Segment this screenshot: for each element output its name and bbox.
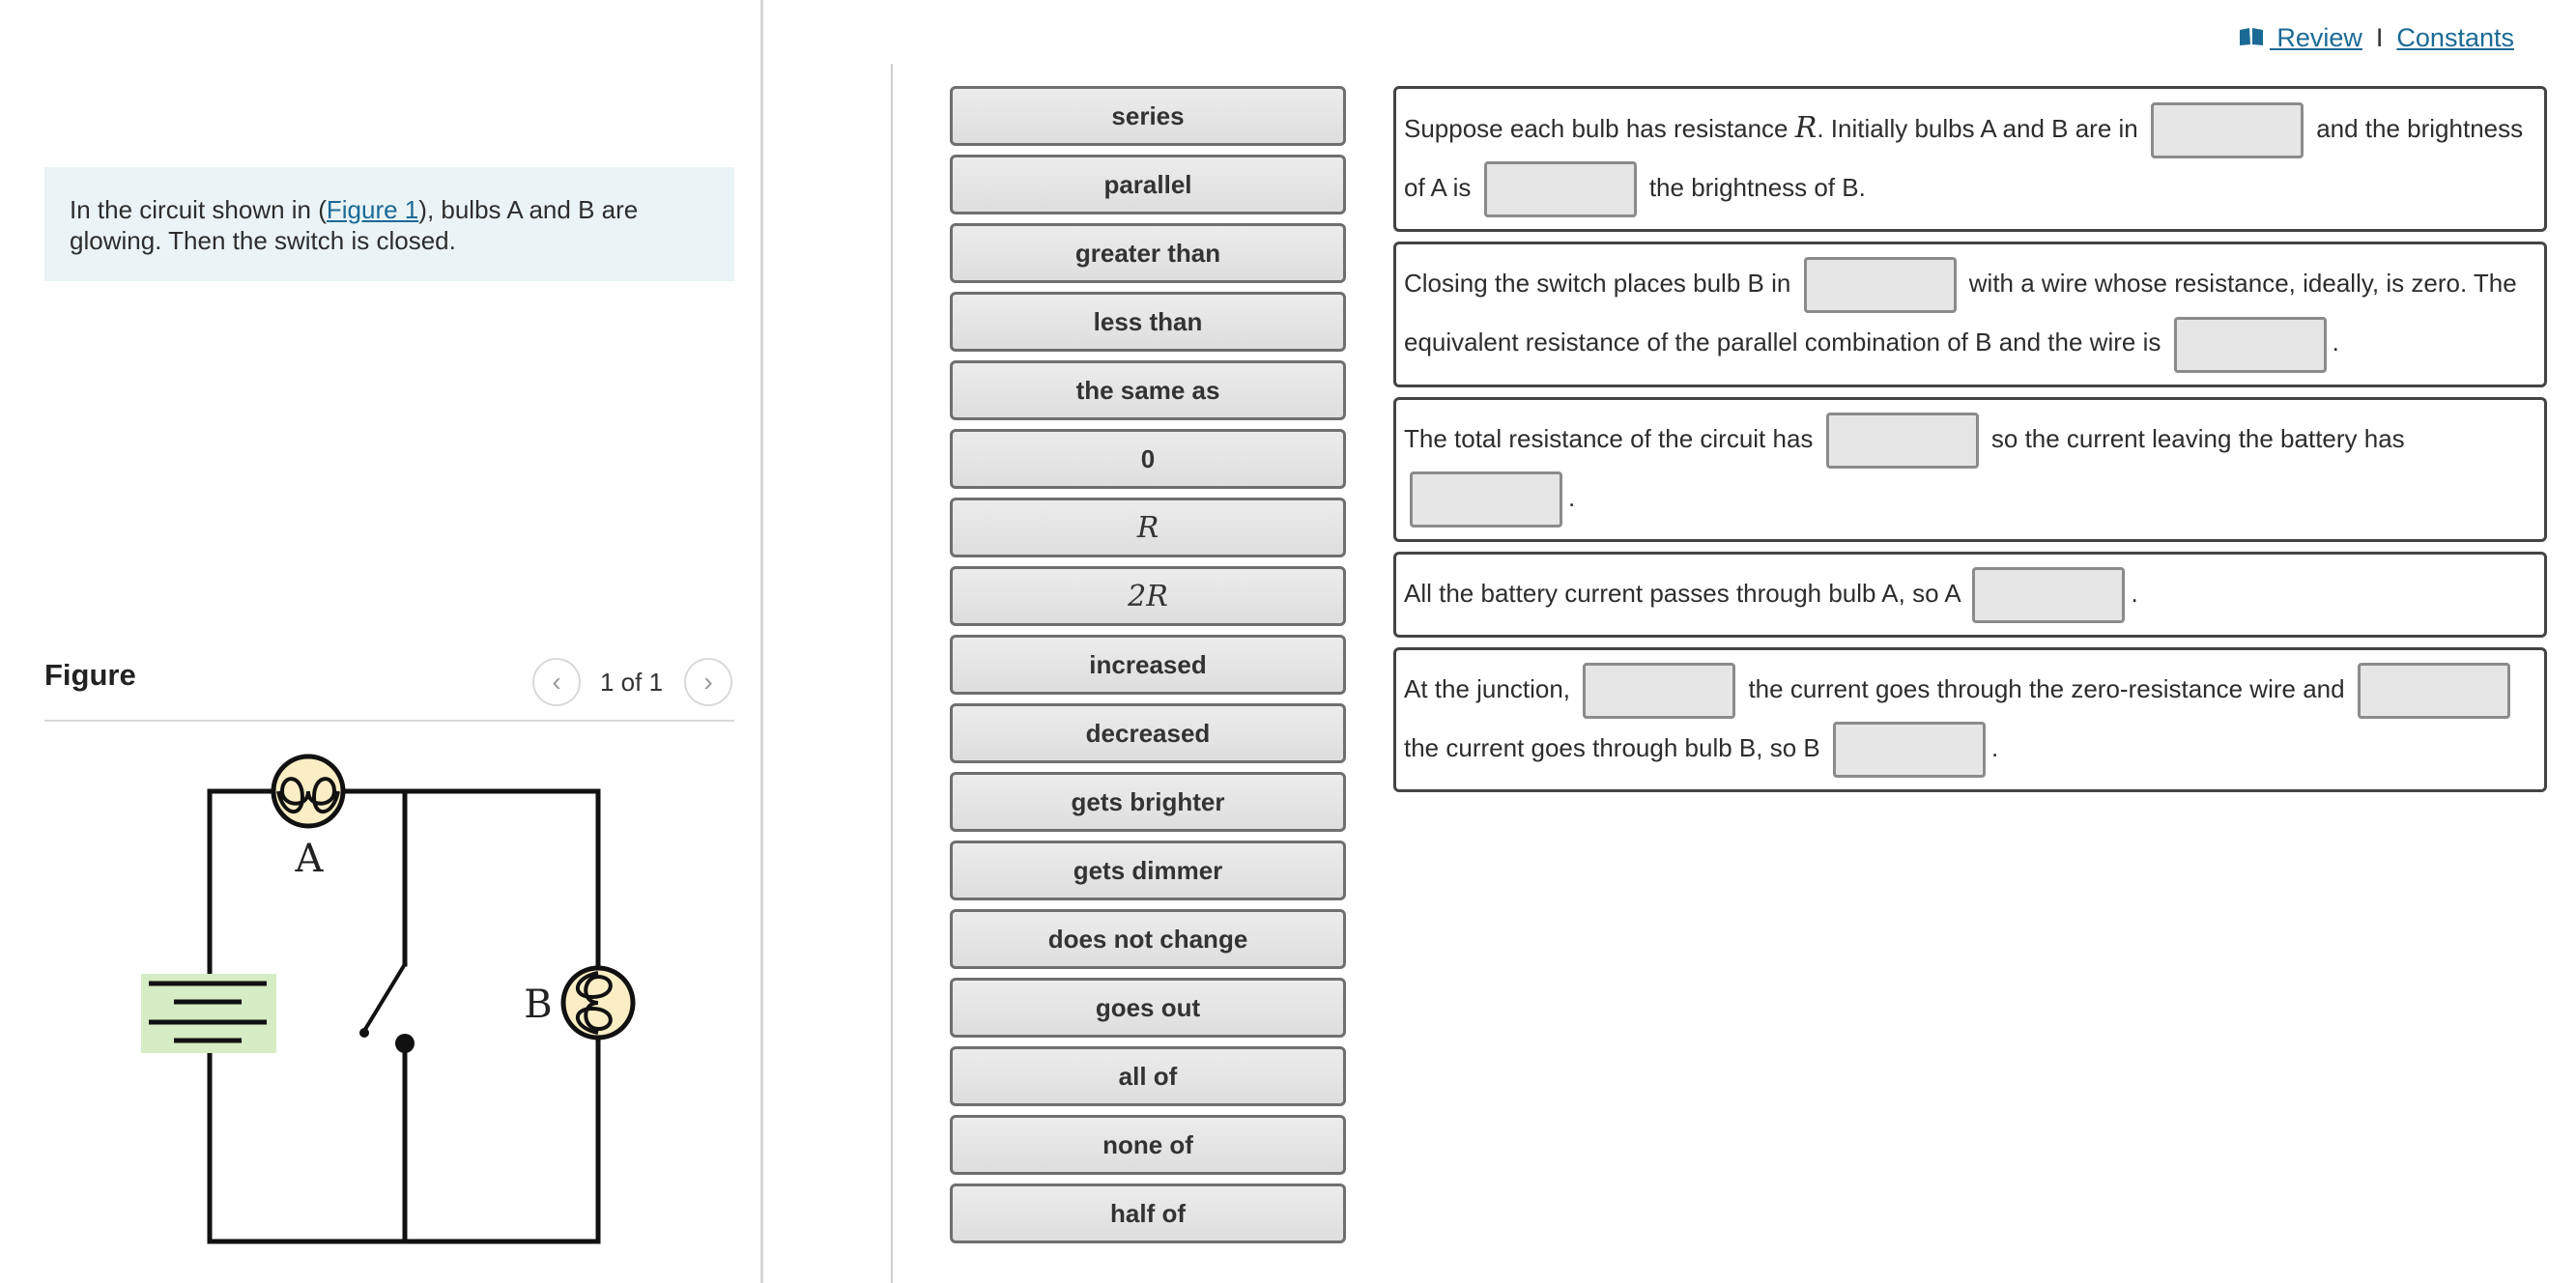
tile-half-of[interactable]: half of (950, 1183, 1346, 1243)
tile-goes-out[interactable]: goes out (950, 978, 1346, 1038)
sentence-4-text-a: All the battery current passes through b… (1404, 578, 1967, 608)
tile-gets-dimmer[interactable]: gets dimmer (950, 841, 1346, 900)
sentence-5-blank-3[interactable] (1832, 722, 1986, 779)
link-separator: I (2375, 23, 2384, 52)
tile-increased[interactable]: increased (950, 635, 1346, 695)
tile-2r-label: 2R (1128, 579, 1168, 613)
pane-divider[interactable] (760, 0, 763, 1283)
sentence-5-text-c: the current goes through bulb B, so B (1404, 733, 1827, 762)
tile-zero[interactable]: 0 (950, 429, 1346, 489)
sentence-4: All the battery current passes through b… (1393, 551, 2547, 638)
sentence-5: At the junction, the current goes throug… (1393, 646, 2547, 793)
tile-r-label: R (1136, 510, 1159, 545)
tile-decreased[interactable]: decreased (950, 703, 1346, 763)
bulb-b-icon (560, 965, 636, 1041)
tile-the-same-as[interactable]: the same as (950, 360, 1346, 420)
wire-top (305, 788, 601, 980)
sentence-1-text-a: Suppose each bulb has resistance (1404, 114, 1795, 143)
sentence-5-blank-1[interactable] (1583, 663, 1736, 719)
chevron-left-icon: ‹ (552, 667, 561, 697)
tile-parallel[interactable]: parallel (950, 155, 1346, 214)
tile-none-of[interactable]: none of (950, 1115, 1346, 1175)
sentence-1-text-b: . Initially bulbs A and B are in (1817, 114, 2145, 143)
sentence-1: Suppose each bulb has resistance R. Init… (1393, 86, 2547, 233)
word-bank: series parallel greater than less than t… (950, 86, 1346, 1252)
tile-gets-brighter[interactable]: gets brighter (950, 772, 1346, 832)
switch-pivot (359, 1028, 369, 1038)
switch-blade (361, 961, 408, 1034)
sentence-3-text-a: The total resistance of the circuit has (1404, 423, 1820, 453)
chevron-right-icon: › (703, 667, 713, 697)
tile-does-not-change[interactable]: does not change (950, 909, 1346, 969)
review-link[interactable]: Review (2239, 23, 2362, 53)
sentence-1-text-d: the brightness of B. (1642, 173, 1866, 203)
sentence-2: Closing the switch places bulb B in with… (1393, 242, 2547, 387)
switch-contact (395, 1034, 415, 1053)
sentence-3-blank-1[interactable] (1825, 412, 1979, 469)
figure-divider (44, 720, 734, 722)
sentence-3-text-b: so the current leaving the battery has (1984, 423, 2405, 453)
previous-figure-button[interactable]: ‹ (532, 658, 581, 706)
wire-left-top (207, 788, 276, 986)
sentence-5-text-a: At the junction, (1404, 673, 1578, 703)
sentence-2-blank-2[interactable] (2173, 316, 2327, 373)
tile-less-than[interactable]: less than (950, 292, 1346, 352)
tile-2r[interactable]: 2R (950, 566, 1346, 626)
sentence-5-text-d: . (1990, 733, 1999, 762)
sentence-2-blank-1[interactable] (1803, 257, 1957, 314)
sentence-1-blank-1[interactable] (2150, 102, 2304, 159)
circuit-diagram: A B (141, 754, 636, 1244)
bulb-a-label: A (295, 837, 325, 881)
intro-text-before: In the circuit shown in ( (70, 195, 327, 224)
sentence-4-text-b: . (2131, 578, 2138, 608)
tile-series[interactable]: series (950, 86, 1346, 146)
sentence-5-blank-2[interactable] (2357, 663, 2510, 719)
sentence-3: The total resistance of the circuit has … (1393, 396, 2547, 542)
problem-pane: In the circuit shown in (Figure 1), bulb… (0, 0, 760, 1283)
figure-link[interactable]: Figure 1 (327, 195, 418, 224)
review-link-label: Review (2269, 23, 2362, 52)
book-icon (2239, 28, 2263, 45)
sentence-3-text-c: . (1568, 482, 1576, 512)
problem-intro: In the circuit shown in (Figure 1), bulb… (44, 167, 734, 281)
sentence-2-text-c: . (2332, 328, 2339, 357)
figure-page-count: 1 of 1 (600, 667, 664, 697)
figure-title: Figure (44, 658, 136, 692)
sentence-5-text-b: the current goes through the zero-resist… (1741, 673, 2352, 703)
next-figure-button[interactable]: › (684, 658, 733, 706)
figure-pagination: ‹ 1 of 1 › (532, 658, 733, 706)
bulb-b-label: B (524, 983, 552, 1027)
sentence-1-variable: R (1794, 111, 1818, 145)
sentence-2-text-a: Closing the switch places bulb B in (1404, 269, 1798, 299)
sentence-1-blank-2[interactable] (1483, 161, 1637, 218)
top-links: Review I Constants (2239, 23, 2514, 53)
tile-r[interactable]: R (950, 498, 1346, 557)
constants-link[interactable]: Constants (2396, 23, 2514, 53)
sentence-list: Suppose each bulb has resistance R. Init… (1393, 86, 2547, 802)
sentence-4-blank-1[interactable] (1972, 566, 2126, 623)
tile-all-of[interactable]: all of (950, 1046, 1346, 1106)
tile-greater-than[interactable]: greater than (950, 223, 1346, 283)
sentence-3-blank-2[interactable] (1410, 470, 1562, 527)
word-bank-divider (891, 64, 893, 1283)
bulb-a-icon (271, 754, 346, 829)
